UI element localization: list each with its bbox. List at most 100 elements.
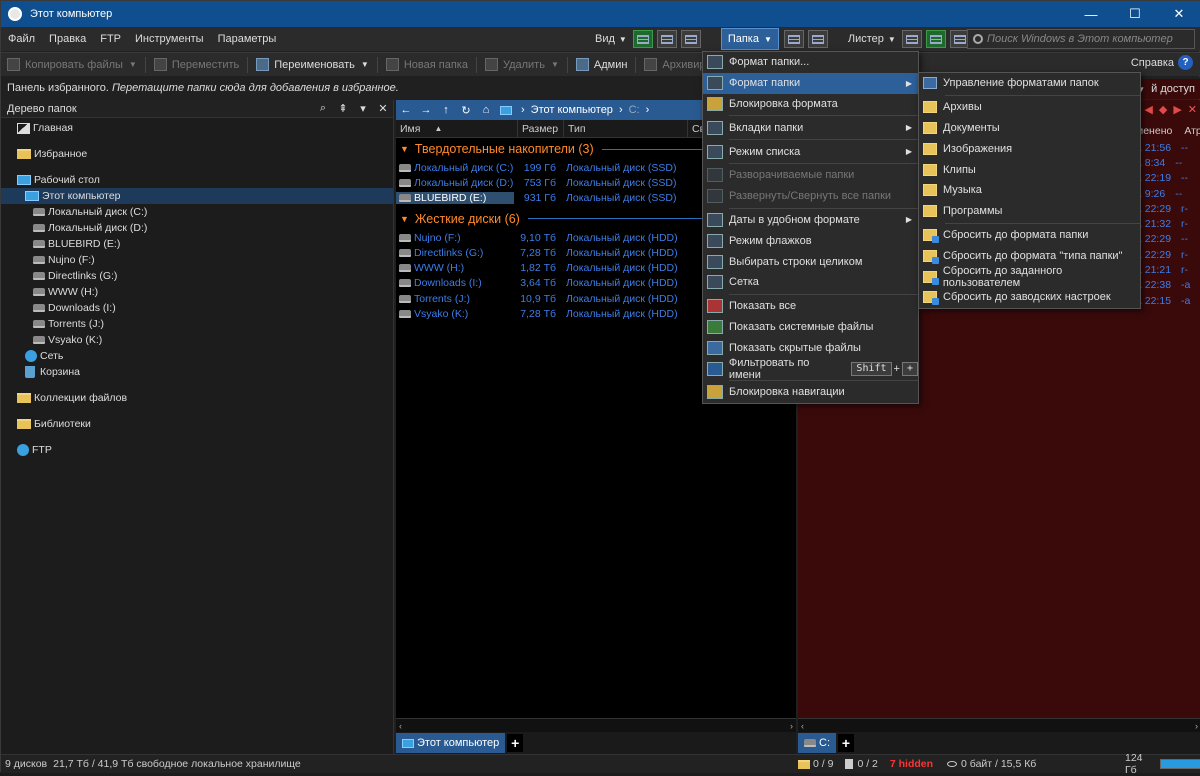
quick-access-label[interactable]: й доступ xyxy=(1151,83,1195,95)
tree-item-drive[interactable]: Downloads (I:) xyxy=(33,300,116,316)
table-row[interactable]: а 21:21 r- xyxy=(1136,262,1198,277)
maximize-button[interactable]: ☐ xyxy=(1113,1,1157,27)
breadcrumb[interactable]: › Этот компьютер › C: › xyxy=(500,104,655,116)
tree-item-drive[interactable]: Nujno (F:) xyxy=(33,252,95,268)
tree-item-drive[interactable]: BLUEBIRD (E:) xyxy=(33,236,120,252)
tree-item-drive[interactable]: Локальный диск (D:) xyxy=(33,220,147,236)
tree-item-this-pc[interactable]: Этот компьютер xyxy=(1,188,393,204)
view-list-icon[interactable] xyxy=(656,30,677,48)
close-button[interactable]: ✕ xyxy=(1157,1,1200,27)
submenu-item-clips[interactable]: Клипы xyxy=(919,159,1140,180)
menu-tools[interactable]: Инструменты xyxy=(128,33,211,45)
tree-up-icon[interactable]: ⇞ xyxy=(333,102,353,115)
submenu-item-reset-folder[interactable]: Сбросить до формата папки xyxy=(919,225,1140,246)
submenu-item-archives[interactable]: Архивы xyxy=(919,97,1140,118)
column-size[interactable]: Размер xyxy=(518,119,564,138)
refresh-icon[interactable]: ↻ xyxy=(456,104,476,117)
tree-item-desktop[interactable]: Рабочий стол xyxy=(17,172,100,188)
tree-item-drive[interactable]: WWW (H:) xyxy=(33,284,98,300)
view-details-icon[interactable] xyxy=(632,30,653,48)
menu-item-checkbox-mode[interactable]: Режим флажков xyxy=(703,230,918,251)
table-row[interactable]: а 22:29 -- xyxy=(1136,232,1198,247)
tree-item-favorites[interactable]: Избранное xyxy=(17,146,87,162)
tree-dropdown-icon[interactable]: ▾ xyxy=(353,102,373,115)
status-hidden[interactable]: 7 hidden xyxy=(890,758,933,770)
submenu-item-images[interactable]: Изображения xyxy=(919,138,1140,159)
table-row[interactable]: а 22:15 -a xyxy=(1136,293,1198,308)
tab-c-drive[interactable]: C: xyxy=(798,733,836,753)
column-type[interactable]: Тип xyxy=(564,119,688,138)
up-icon[interactable]: ↑ xyxy=(436,104,456,116)
table-row[interactable]: а 22:29 r- xyxy=(1136,201,1198,216)
close-pane-icon[interactable]: ✕ xyxy=(1188,103,1197,116)
tree-item-drive[interactable]: Локальный диск (C:) xyxy=(33,204,147,220)
tree-item-network[interactable]: Сеть xyxy=(25,348,63,364)
submenu-item-documents[interactable]: Документы xyxy=(919,118,1140,139)
folder-format-icon[interactable] xyxy=(807,30,828,48)
copy-files-button[interactable]: Копировать файлы ▼ xyxy=(1,58,143,71)
menu-item-expand-collapse-all[interactable]: Развернуть/Свернуть все папки xyxy=(703,186,918,207)
tree-item-collections[interactable]: Коллекции файлов xyxy=(17,390,127,406)
tree-item-recycle-bin[interactable]: Корзина xyxy=(25,364,80,380)
menu-item-show-all[interactable]: Показать все xyxy=(703,296,918,317)
minimize-button[interactable]: — xyxy=(1069,1,1113,27)
column-name[interactable]: Имя ▲ xyxy=(396,119,518,138)
table-row[interactable]: а 22:29 r- xyxy=(1136,247,1198,262)
search-input[interactable]: Поиск Windows в Этот компьютер xyxy=(967,29,1195,49)
sync-icon[interactable]: ◆ xyxy=(1159,103,1167,116)
menu-item-folder-tabs[interactable]: Вкладки папки ▶ xyxy=(703,117,918,138)
new-folder-button[interactable]: Новая папка xyxy=(380,58,474,71)
table-row[interactable]: а 21:56 -- xyxy=(1136,140,1198,155)
forward-icon[interactable]: → xyxy=(416,104,436,116)
menu-item-folder-format[interactable]: Формат папки ▶ xyxy=(703,72,918,94)
view-thumbs-icon[interactable] xyxy=(680,30,701,48)
menu-item-filter-by-name[interactable]: Фильтровать по имени Shift + + xyxy=(703,357,918,381)
menu-ftp[interactable]: FTP xyxy=(93,33,128,45)
rename-button[interactable]: Переименовать ▼ xyxy=(250,58,375,71)
tree-item-home[interactable]: Главная xyxy=(17,120,73,136)
menu-file[interactable]: Файл xyxy=(1,33,42,45)
table-row[interactable]: а 22:38 -a xyxy=(1136,278,1198,293)
menu-item-show-system-files[interactable]: Показать системные файлы xyxy=(703,317,918,338)
menu-item-full-row-select[interactable]: Выбирать строки целиком xyxy=(703,251,918,272)
lister-dual-icon[interactable] xyxy=(925,30,946,48)
menu-item-lock-navigation[interactable]: Блокировка навигации xyxy=(703,382,918,403)
submenu-item-reset-folder-type[interactable]: Сбросить до формата "типа папки" xyxy=(919,245,1140,266)
submenu-item-manage-formats[interactable]: Управление форматами папок xyxy=(919,73,1140,94)
menu-item-show-hidden-files[interactable]: Показать скрытые файлы xyxy=(703,337,918,358)
view-menu[interactable]: Вид xyxy=(591,33,619,45)
flat-view-icon[interactable] xyxy=(783,30,804,48)
table-row[interactable]: а 21:32 r- xyxy=(1136,216,1198,231)
help-button[interactable]: Справка? xyxy=(1131,55,1193,70)
menu-item-list-mode[interactable]: Режим списка ▶ xyxy=(703,141,918,162)
menu-edit[interactable]: Правка xyxy=(42,33,93,45)
tree-search-icon[interactable]: ⌕ xyxy=(313,102,333,115)
tree-item-drive[interactable]: Vsyako (K:) xyxy=(33,332,102,348)
submenu-item-programs[interactable]: Программы xyxy=(919,201,1140,222)
next-icon[interactable]: ▶ xyxy=(1173,103,1181,116)
menu-settings[interactable]: Параметры xyxy=(211,33,284,45)
tab-this-pc[interactable]: Этот компьютер xyxy=(396,733,506,753)
table-row[interactable]: а 9:26 -- xyxy=(1136,186,1198,201)
horizontal-scrollbar[interactable]: ‹ › xyxy=(798,718,1200,732)
menu-item-expandable-folders[interactable]: Разворачиваемые папки xyxy=(703,165,918,186)
tree-close-icon[interactable]: ✕ xyxy=(373,102,393,115)
admin-button[interactable]: Админ xyxy=(570,58,634,71)
move-button[interactable]: Переместить xyxy=(148,58,245,71)
horizontal-scrollbar[interactable]: ‹ › xyxy=(396,718,796,732)
menu-item-grid[interactable]: Сетка xyxy=(703,272,918,293)
delete-button[interactable]: Удалить ▼ xyxy=(479,58,565,71)
home-icon[interactable]: ⌂ xyxy=(476,104,496,116)
new-tab-button[interactable]: + xyxy=(507,734,524,752)
tree-item-drive[interactable]: Torrents (J:) xyxy=(33,316,104,332)
tree-item-ftp[interactable]: FTP xyxy=(17,442,52,458)
column-modified[interactable]: менено xyxy=(1136,125,1172,137)
column-attr[interactable]: Атр xyxy=(1184,125,1200,137)
menu-item-lock-format[interactable]: Блокировка формата xyxy=(703,94,918,115)
submenu-item-music[interactable]: Музыка xyxy=(919,180,1140,201)
table-row[interactable]: а 8:34 -- xyxy=(1136,155,1198,170)
menu-item-friendly-dates[interactable]: Даты в удобном формате ▶ xyxy=(703,210,918,231)
submenu-item-reset-user[interactable]: Сбросить до заданного пользователем xyxy=(919,265,1140,289)
tree-item-drive[interactable]: Directlinks (G:) xyxy=(33,268,117,284)
submenu-item-reset-factory[interactable]: Сбросить до заводских настроек xyxy=(919,287,1140,308)
